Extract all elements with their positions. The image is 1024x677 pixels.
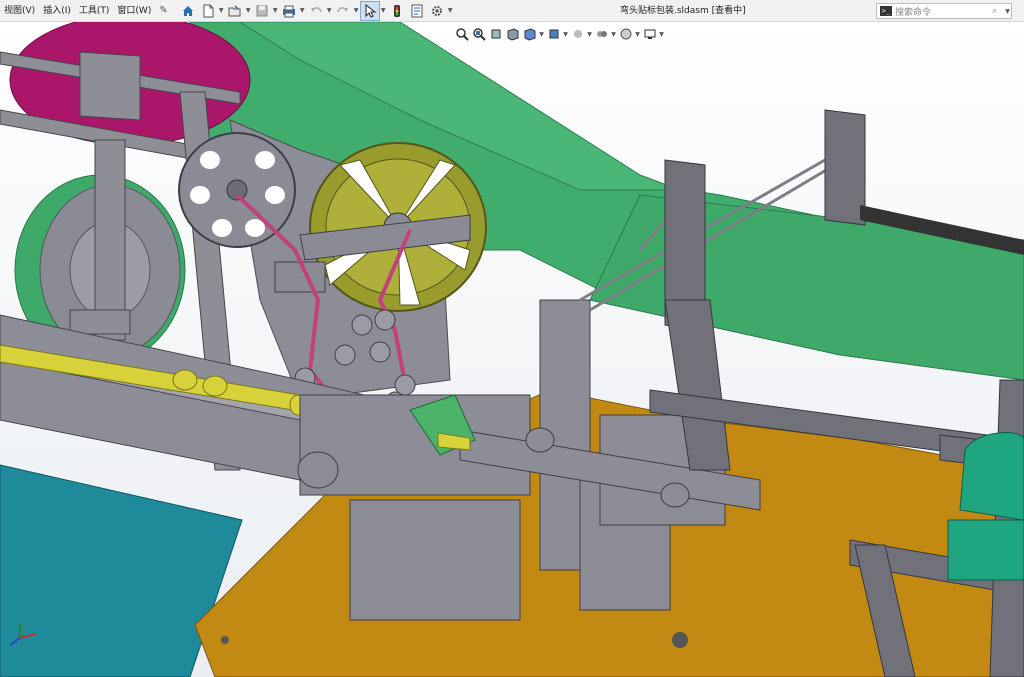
chevron-down-icon[interactable]: ▼ xyxy=(353,7,360,14)
print-icon[interactable] xyxy=(279,1,299,21)
menu-window[interactable]: 窗口(W) xyxy=(113,0,155,22)
chevron-down-icon[interactable]: ▼ xyxy=(447,7,454,14)
chevron-down-icon[interactable]: ▼ xyxy=(299,7,306,14)
menu-insert[interactable]: 插入(I) xyxy=(39,0,75,22)
chevron-down-icon[interactable]: ▼ xyxy=(272,7,279,14)
search-commands[interactable]: >_ 搜索命令 ⌕ ▼ xyxy=(876,3,1012,19)
command-prompt-icon: >_ xyxy=(880,6,892,16)
open-folder-icon[interactable] xyxy=(225,1,245,21)
window-title: 弯头贴标包装.sldasm [查看中] xyxy=(620,6,746,16)
chevron-down-icon[interactable]: ▼ xyxy=(1004,8,1011,15)
standard-toolbar: ▼ ▼ ▼ ▼ ▼ ▼ ▼ ▼ xyxy=(178,0,454,21)
chevron-down-icon[interactable]: ▼ xyxy=(218,7,225,14)
scene-icon[interactable] xyxy=(617,24,634,44)
chevron-down-icon[interactable]: ▼ xyxy=(538,31,545,38)
gray-wheel xyxy=(178,132,296,248)
gear-icon[interactable] xyxy=(427,1,447,21)
chevron-down-icon[interactable]: ▼ xyxy=(562,31,569,38)
home-icon[interactable] xyxy=(178,1,198,21)
search-input[interactable]: 搜索命令 xyxy=(895,5,992,18)
section-view-icon[interactable] xyxy=(504,24,521,44)
appearance-icon[interactable] xyxy=(593,24,610,44)
previous-view-icon[interactable] xyxy=(487,24,504,44)
chevron-down-icon[interactable]: ▼ xyxy=(634,31,641,38)
file-properties-icon[interactable] xyxy=(407,1,427,21)
chevron-down-icon[interactable]: ▼ xyxy=(610,31,617,38)
select-arrow-icon[interactable] xyxy=(359,0,380,21)
zoom-area-icon[interactable] xyxy=(470,24,487,44)
pin-icon[interactable]: ✎ xyxy=(155,5,171,16)
traffic-light-icon[interactable] xyxy=(387,1,407,21)
chevron-down-icon[interactable]: ▼ xyxy=(326,7,333,14)
reference-triad-icon xyxy=(9,624,37,646)
menu-view[interactable]: 视图(V) xyxy=(0,0,39,22)
undo-icon[interactable] xyxy=(306,1,326,21)
menu-tools[interactable]: 工具(T) xyxy=(75,0,114,22)
heads-up-view-toolbar: ▼ ▼ ▼ ▼ ▼ ▼ xyxy=(453,24,665,44)
new-document-icon[interactable] xyxy=(198,1,218,21)
menu-toolbar: 视图(V) 插入(I) 工具(T) 窗口(W) ✎ ▼ ▼ ▼ ▼ ▼ ▼ ▼ … xyxy=(0,0,1024,22)
hide-show-icon[interactable] xyxy=(569,24,586,44)
view-settings-icon[interactable] xyxy=(641,24,658,44)
graphics-viewport[interactable] xyxy=(0,22,1024,677)
display-style-icon[interactable] xyxy=(545,24,562,44)
search-icon[interactable]: ⌕ xyxy=(992,6,1004,16)
chevron-down-icon[interactable]: ▼ xyxy=(586,31,593,38)
save-icon[interactable] xyxy=(252,1,272,21)
chevron-down-icon[interactable]: ▼ xyxy=(380,7,387,14)
redo-icon[interactable] xyxy=(333,1,353,21)
zoom-to-fit-icon[interactable] xyxy=(453,24,470,44)
chevron-down-icon[interactable]: ▼ xyxy=(658,31,665,38)
view-orientation-icon[interactable] xyxy=(521,24,538,44)
chevron-down-icon[interactable]: ▼ xyxy=(245,7,252,14)
